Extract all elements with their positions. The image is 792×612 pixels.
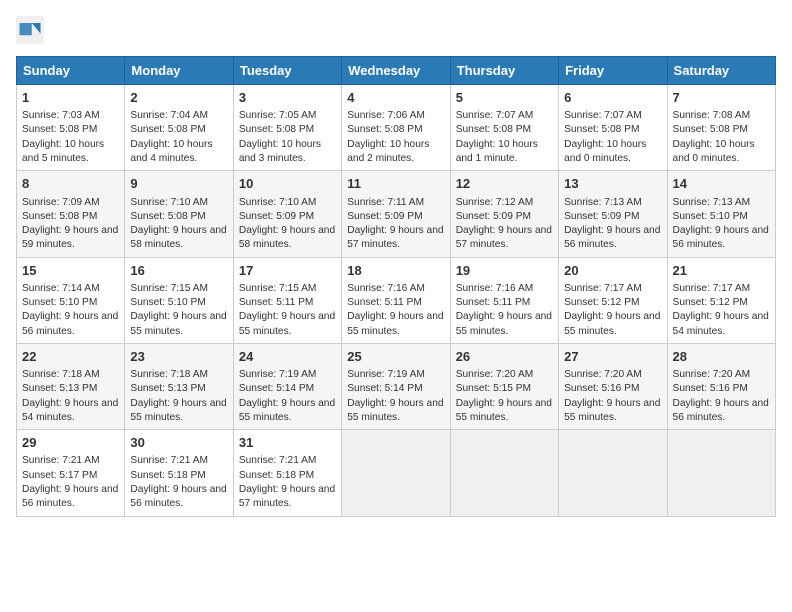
calendar-cell: 22Sunrise: 7:18 AMSunset: 5:13 PMDayligh… xyxy=(17,343,125,429)
calendar-cell xyxy=(559,430,667,516)
day-number: 30 xyxy=(130,434,227,452)
weekday-header: Tuesday xyxy=(233,57,341,85)
calendar-cell: 26Sunrise: 7:20 AMSunset: 5:15 PMDayligh… xyxy=(450,343,558,429)
day-number: 23 xyxy=(130,348,227,366)
logo-icon xyxy=(16,16,44,44)
calendar-week-row: 29Sunrise: 7:21 AMSunset: 5:17 PMDayligh… xyxy=(17,430,776,516)
calendar-week-row: 1Sunrise: 7:03 AMSunset: 5:08 PMDaylight… xyxy=(17,85,776,171)
day-number: 10 xyxy=(239,175,336,193)
day-number: 21 xyxy=(673,262,770,280)
calendar-cell: 15Sunrise: 7:14 AMSunset: 5:10 PMDayligh… xyxy=(17,257,125,343)
day-number: 3 xyxy=(239,89,336,107)
day-number: 14 xyxy=(673,175,770,193)
calendar-cell: 28Sunrise: 7:20 AMSunset: 5:16 PMDayligh… xyxy=(667,343,775,429)
calendar-cell: 14Sunrise: 7:13 AMSunset: 5:10 PMDayligh… xyxy=(667,171,775,257)
day-number: 5 xyxy=(456,89,553,107)
calendar-cell: 9Sunrise: 7:10 AMSunset: 5:08 PMDaylight… xyxy=(125,171,233,257)
day-number: 31 xyxy=(239,434,336,452)
calendar-cell: 18Sunrise: 7:16 AMSunset: 5:11 PMDayligh… xyxy=(342,257,450,343)
day-number: 26 xyxy=(456,348,553,366)
day-number: 8 xyxy=(22,175,119,193)
calendar-cell xyxy=(667,430,775,516)
calendar-cell: 12Sunrise: 7:12 AMSunset: 5:09 PMDayligh… xyxy=(450,171,558,257)
calendar-cell: 30Sunrise: 7:21 AMSunset: 5:18 PMDayligh… xyxy=(125,430,233,516)
calendar-cell: 1Sunrise: 7:03 AMSunset: 5:08 PMDaylight… xyxy=(17,85,125,171)
calendar-cell: 23Sunrise: 7:18 AMSunset: 5:13 PMDayligh… xyxy=(125,343,233,429)
calendar-cell: 27Sunrise: 7:20 AMSunset: 5:16 PMDayligh… xyxy=(559,343,667,429)
weekday-header: Saturday xyxy=(667,57,775,85)
day-number: 25 xyxy=(347,348,444,366)
weekday-header: Monday xyxy=(125,57,233,85)
day-number: 27 xyxy=(564,348,661,366)
calendar-cell: 25Sunrise: 7:19 AMSunset: 5:14 PMDayligh… xyxy=(342,343,450,429)
calendar-week-row: 8Sunrise: 7:09 AMSunset: 5:08 PMDaylight… xyxy=(17,171,776,257)
calendar-cell: 10Sunrise: 7:10 AMSunset: 5:09 PMDayligh… xyxy=(233,171,341,257)
day-number: 19 xyxy=(456,262,553,280)
day-number: 22 xyxy=(22,348,119,366)
calendar-cell: 16Sunrise: 7:15 AMSunset: 5:10 PMDayligh… xyxy=(125,257,233,343)
day-number: 12 xyxy=(456,175,553,193)
calendar-cell: 11Sunrise: 7:11 AMSunset: 5:09 PMDayligh… xyxy=(342,171,450,257)
calendar-cell: 21Sunrise: 7:17 AMSunset: 5:12 PMDayligh… xyxy=(667,257,775,343)
day-number: 2 xyxy=(130,89,227,107)
day-number: 17 xyxy=(239,262,336,280)
calendar-cell xyxy=(342,430,450,516)
weekday-header: Thursday xyxy=(450,57,558,85)
weekday-header: Friday xyxy=(559,57,667,85)
weekday-header-row: SundayMondayTuesdayWednesdayThursdayFrid… xyxy=(17,57,776,85)
calendar-cell: 2Sunrise: 7:04 AMSunset: 5:08 PMDaylight… xyxy=(125,85,233,171)
day-number: 16 xyxy=(130,262,227,280)
day-number: 24 xyxy=(239,348,336,366)
calendar-table: SundayMondayTuesdayWednesdayThursdayFrid… xyxy=(16,56,776,517)
calendar-cell: 3Sunrise: 7:05 AMSunset: 5:08 PMDaylight… xyxy=(233,85,341,171)
calendar-week-row: 22Sunrise: 7:18 AMSunset: 5:13 PMDayligh… xyxy=(17,343,776,429)
calendar-cell: 19Sunrise: 7:16 AMSunset: 5:11 PMDayligh… xyxy=(450,257,558,343)
day-number: 18 xyxy=(347,262,444,280)
day-number: 7 xyxy=(673,89,770,107)
day-number: 20 xyxy=(564,262,661,280)
day-number: 15 xyxy=(22,262,119,280)
calendar-cell xyxy=(450,430,558,516)
logo xyxy=(16,16,48,44)
weekday-header: Sunday xyxy=(17,57,125,85)
day-number: 13 xyxy=(564,175,661,193)
calendar-cell: 5Sunrise: 7:07 AMSunset: 5:08 PMDaylight… xyxy=(450,85,558,171)
day-number: 4 xyxy=(347,89,444,107)
calendar-cell: 20Sunrise: 7:17 AMSunset: 5:12 PMDayligh… xyxy=(559,257,667,343)
calendar-cell: 6Sunrise: 7:07 AMSunset: 5:08 PMDaylight… xyxy=(559,85,667,171)
page-header xyxy=(16,16,776,44)
day-number: 9 xyxy=(130,175,227,193)
day-number: 28 xyxy=(673,348,770,366)
day-number: 6 xyxy=(564,89,661,107)
calendar-cell: 24Sunrise: 7:19 AMSunset: 5:14 PMDayligh… xyxy=(233,343,341,429)
calendar-cell: 13Sunrise: 7:13 AMSunset: 5:09 PMDayligh… xyxy=(559,171,667,257)
day-number: 1 xyxy=(22,89,119,107)
calendar-week-row: 15Sunrise: 7:14 AMSunset: 5:10 PMDayligh… xyxy=(17,257,776,343)
calendar-cell: 31Sunrise: 7:21 AMSunset: 5:18 PMDayligh… xyxy=(233,430,341,516)
calendar-cell: 7Sunrise: 7:08 AMSunset: 5:08 PMDaylight… xyxy=(667,85,775,171)
day-number: 11 xyxy=(347,175,444,193)
day-number: 29 xyxy=(22,434,119,452)
calendar-cell: 4Sunrise: 7:06 AMSunset: 5:08 PMDaylight… xyxy=(342,85,450,171)
calendar-cell: 29Sunrise: 7:21 AMSunset: 5:17 PMDayligh… xyxy=(17,430,125,516)
calendar-cell: 8Sunrise: 7:09 AMSunset: 5:08 PMDaylight… xyxy=(17,171,125,257)
weekday-header: Wednesday xyxy=(342,57,450,85)
calendar-cell: 17Sunrise: 7:15 AMSunset: 5:11 PMDayligh… xyxy=(233,257,341,343)
